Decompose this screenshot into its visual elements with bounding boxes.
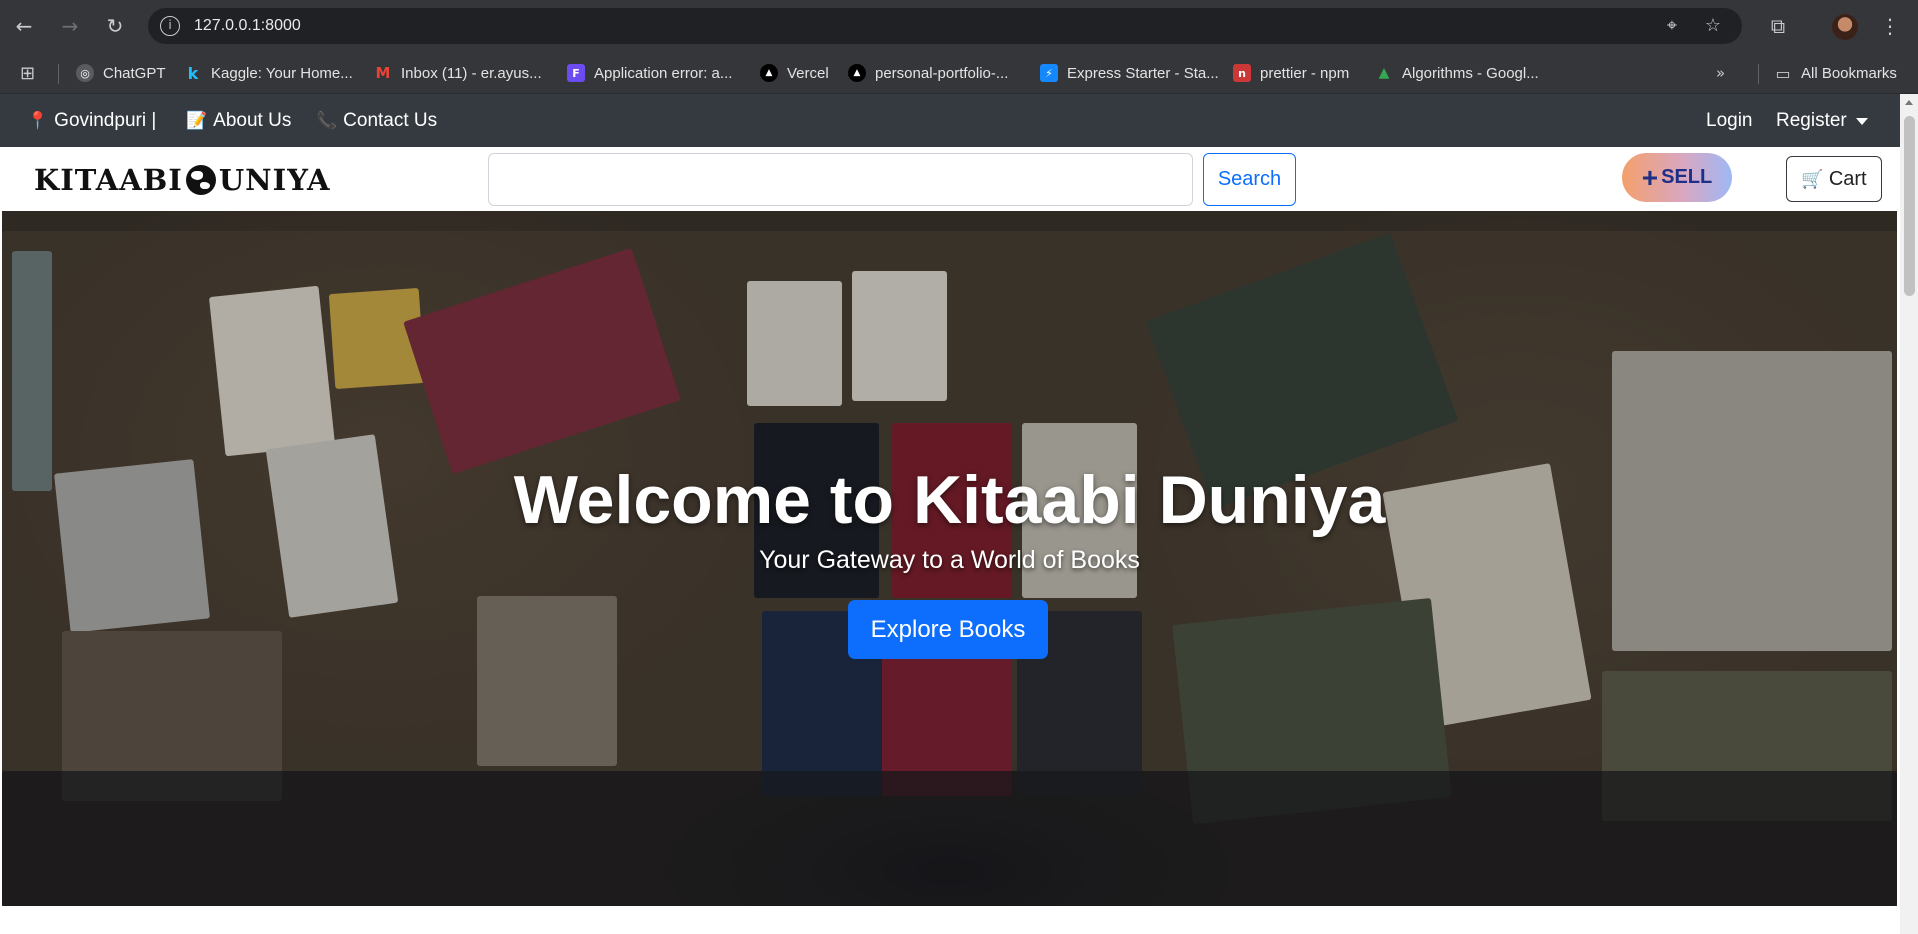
drive-icon: ▲ xyxy=(1378,65,1390,81)
app-icon: F xyxy=(567,64,585,82)
site-info-icon[interactable]: i xyxy=(160,16,180,36)
cart-icon: 🛒 xyxy=(1801,168,1824,190)
sell-button[interactable]: + SELL xyxy=(1622,153,1732,202)
profile-avatar[interactable] xyxy=(1832,14,1858,40)
scroll-thumb[interactable] xyxy=(1904,116,1915,296)
vercel-icon: ▲ xyxy=(760,64,778,82)
bookmark-item[interactable]: ◎ ChatGPT xyxy=(76,62,166,84)
menu-kebab-icon[interactable]: ⋮ xyxy=(1876,12,1904,40)
gmail-icon: M xyxy=(375,64,391,82)
bookmark-item[interactable]: ▲ Algorithms - Googl... xyxy=(1375,62,1539,84)
forward-icon[interactable]: → xyxy=(56,12,84,40)
search-input[interactable] xyxy=(488,153,1193,206)
site-logo[interactable]: KITAABI UNIYA xyxy=(34,163,331,197)
scroll-up-icon[interactable] xyxy=(1905,100,1913,105)
bookmark-item[interactable]: M Inbox (11) - er.ayus... xyxy=(374,62,542,84)
site-topbar: 📍 Govindpuri | 📝 About Us 📞 Contact Us Logi… xyxy=(0,94,1900,147)
folder-icon: ▭ xyxy=(1775,63,1791,83)
login-link[interactable]: Login xyxy=(1706,110,1753,132)
bookmark-star-icon[interactable]: ☆ xyxy=(1701,14,1725,38)
hero-title: Welcome to Kitaabi Duniya xyxy=(513,462,1386,538)
bookmarks-bar: ⊞ ◎ ChatGPT k Kaggle: Your Home... M Inbox … xyxy=(0,52,1918,94)
apps-grid-icon[interactable]: ⊞ xyxy=(20,62,35,84)
vercel-icon: ▲ xyxy=(848,64,866,82)
bookmark-item[interactable]: ▲ Vercel xyxy=(760,62,829,84)
all-bookmarks[interactable]: ▭ All Bookmarks xyxy=(1774,62,1896,84)
location-link[interactable]: 📍 Govindpuri | xyxy=(27,110,156,132)
bolt-icon: ⚡ xyxy=(1040,64,1058,82)
bookmark-item[interactable]: ▲ personal-portfolio-... xyxy=(848,62,1008,84)
reload-icon[interactable]: ↻ xyxy=(101,12,129,40)
extensions-icon[interactable]: ⧉ xyxy=(1764,12,1792,40)
chatgpt-icon: ◎ xyxy=(76,64,94,82)
page-scrollbar[interactable] xyxy=(1900,94,1918,934)
npm-icon: n xyxy=(1233,64,1251,82)
bookmarks-divider xyxy=(1758,64,1759,84)
globe-icon xyxy=(185,165,216,195)
memo-icon: 📝 xyxy=(186,111,208,131)
bookmark-item[interactable]: k Kaggle: Your Home... xyxy=(184,62,353,84)
explore-books-button[interactable]: Explore Books xyxy=(848,600,1048,659)
site-header: KITAABI UNIYA Search + SELL 🛒 Cart xyxy=(0,147,1900,211)
hero-subtitle: Your Gateway to a World of Books xyxy=(759,546,1140,574)
back-icon[interactable]: ← xyxy=(10,12,38,40)
plus-icon: + xyxy=(1641,161,1659,193)
register-dropdown[interactable]: Register xyxy=(1776,110,1868,132)
bookmark-item[interactable]: ⚡ Express Starter - Sta... xyxy=(1040,62,1219,84)
more-bookmarks-icon[interactable]: » xyxy=(1716,62,1725,84)
browser-toolbar: ← → ↻ i 127.0.0.1:8000 ⌖ ☆ ⧉ ⋮ xyxy=(0,0,1918,52)
bookmark-item[interactable]: F Application error: a... xyxy=(567,62,732,84)
caret-down-icon xyxy=(1855,117,1868,125)
map-pin-icon: 📍 xyxy=(27,111,49,131)
bookmark-item[interactable]: n prettier - npm xyxy=(1233,62,1349,84)
search-button[interactable]: Search xyxy=(1203,153,1296,206)
address-url[interactable]: 127.0.0.1:8000 xyxy=(194,17,301,35)
address-bar[interactable]: i 127.0.0.1:8000 ⌖ ☆ xyxy=(148,8,1742,44)
bookmarks-divider xyxy=(58,64,59,84)
phone-icon: 📞 xyxy=(316,111,338,131)
contact-link[interactable]: 📞 Contact Us xyxy=(316,110,437,132)
about-link[interactable]: 📝 About Us xyxy=(186,110,291,132)
cart-button[interactable]: 🛒 Cart xyxy=(1786,156,1882,202)
location-pin-icon[interactable]: ⌖ xyxy=(1660,14,1684,38)
kaggle-icon: k xyxy=(187,63,199,83)
hero-banner: Welcome to Kitaabi Duniya Your Gateway t… xyxy=(2,211,1897,906)
